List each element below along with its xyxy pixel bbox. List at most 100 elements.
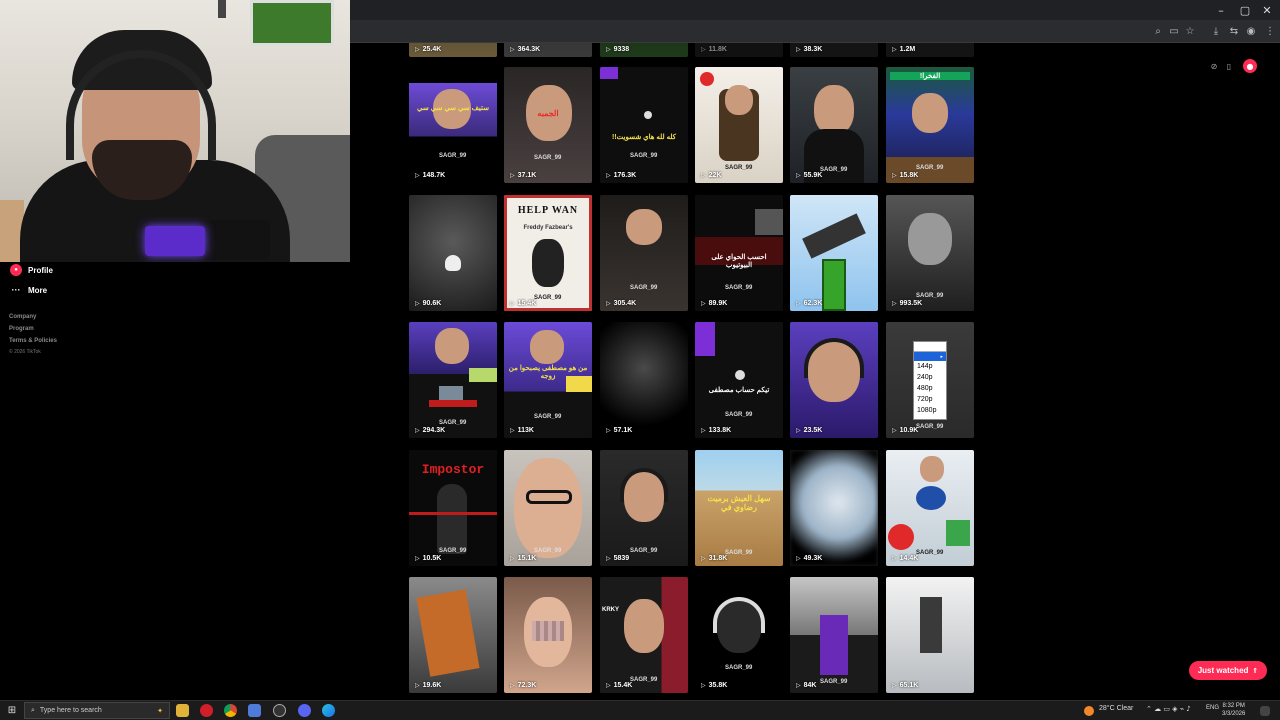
thumbnail-block bbox=[469, 368, 497, 382]
close-button[interactable]: ✕ bbox=[1254, 0, 1280, 20]
resolution-option[interactable]: 480p bbox=[914, 383, 946, 394]
creator-tag: SAGR_99 bbox=[534, 414, 562, 420]
footer-link-program[interactable]: Program bbox=[9, 326, 34, 332]
view-count: ▷ 176.3K bbox=[606, 172, 636, 179]
browser-toolbar: ⌕ ▭ ☆ ⤓ ⇆ ◉ ⋮ bbox=[350, 20, 1280, 43]
view-count-value: 5839 bbox=[613, 555, 630, 562]
sidebar-item-profile[interactable]: ● Profile bbox=[10, 262, 53, 278]
video-tile[interactable]: ▷ 25.4K bbox=[409, 43, 497, 57]
view-count: ▷ 15.4K bbox=[510, 300, 536, 307]
just-watched-button[interactable]: Just watched ⇑ bbox=[1189, 661, 1267, 680]
video-tile[interactable]: KRKY SAGR_99 ▷ 15.4K bbox=[600, 577, 688, 693]
resolution-highlight[interactable]: ▸ bbox=[914, 352, 946, 361]
discord-icon[interactable] bbox=[298, 704, 311, 717]
install-icon[interactable]: ▭ bbox=[1166, 23, 1182, 39]
video-tile[interactable]: ▷ 23.5K bbox=[790, 322, 878, 438]
obs-icon[interactable] bbox=[273, 704, 286, 717]
video-tile[interactable]: كله لله هاي شسويت!! SAGR_99 ▷ 176.3K bbox=[600, 67, 688, 183]
clock[interactable]: 8:32 PM 3/3/2026 bbox=[1222, 702, 1245, 718]
arrow-up-icon: ⇑ bbox=[1252, 666, 1259, 675]
video-tile[interactable]: ▷ 11.8K bbox=[695, 43, 783, 57]
view-count: ▷ 31.8K bbox=[701, 555, 727, 562]
thumbnail-badge bbox=[600, 67, 618, 79]
video-tile[interactable]: SAGR_99 ▷ 305.4K bbox=[600, 195, 688, 311]
tiktok-icon[interactable]: ● bbox=[1243, 59, 1257, 73]
windows-start-icon[interactable]: ⊞ bbox=[6, 704, 18, 716]
zoom-icon[interactable]: ⌕ bbox=[1150, 23, 1166, 39]
translate-icon[interactable]: ⇆ bbox=[1226, 23, 1242, 39]
video-tile[interactable]: ▷ 72.3K bbox=[504, 577, 592, 693]
opera-icon[interactable] bbox=[200, 704, 213, 717]
weather-text[interactable]: 28°C Clear bbox=[1099, 705, 1133, 712]
video-tile[interactable]: SAGR_99 ▷ 294.3K bbox=[409, 322, 497, 438]
video-tile[interactable]: الفخرا! SAGR_99 ▷ 15.8K bbox=[886, 67, 974, 183]
view-count-value: 294.3K bbox=[422, 427, 446, 434]
video-tile[interactable]: ▷ 90.6K bbox=[409, 195, 497, 311]
edge-icon[interactable] bbox=[322, 704, 335, 717]
view-count: ▷ 15.1K bbox=[510, 555, 536, 562]
file-explorer-icon[interactable] bbox=[176, 704, 189, 717]
video-tile[interactable]: ▷ 49.3K bbox=[790, 450, 878, 566]
video-tile[interactable]: ▷ 1.2M bbox=[886, 43, 974, 57]
play-icon: ▷ bbox=[606, 300, 611, 307]
profile-icon[interactable]: ◉ bbox=[1243, 23, 1259, 39]
video-tile[interactable]: SAGR_99 ▷ 35.8K bbox=[695, 577, 783, 693]
minimize-button[interactable]: – bbox=[1208, 0, 1234, 20]
video-tile[interactable]: ▷ 9338 bbox=[600, 43, 688, 57]
resolution-select[interactable] bbox=[914, 342, 946, 352]
chrome-icon[interactable] bbox=[224, 704, 237, 717]
video-tile[interactable]: سهل العيش برميت رضاوي في SAGR_99 ▷ 31.8K bbox=[695, 450, 783, 566]
video-tile[interactable]: الجمبه SAGR_99 ▷ 37.1K bbox=[504, 67, 592, 183]
view-count-value: 57.1K bbox=[613, 427, 633, 434]
video-tile[interactable]: ▷ 19.6K bbox=[409, 577, 497, 693]
sidebar-item-more[interactable]: ··· More bbox=[10, 282, 48, 298]
notepad-icon[interactable] bbox=[248, 704, 261, 717]
video-tile[interactable]: احسب الحواي على البيوتيوب SAGR_99 ▷ 89.9K bbox=[695, 195, 783, 311]
resolution-dropdown[interactable]: ▸ 144p 240p 480p 720p 1080p bbox=[913, 341, 947, 420]
video-tile[interactable]: ▷ 62.3K bbox=[790, 195, 878, 311]
video-tile[interactable]: ▷ 38.3K bbox=[790, 43, 878, 57]
star-icon[interactable]: ☆ bbox=[1182, 23, 1198, 39]
resolution-option[interactable]: 1080p bbox=[914, 405, 946, 416]
view-count-value: 10.5K bbox=[422, 555, 442, 562]
video-tile[interactable]: SAGR_99 ▷ 84K bbox=[790, 577, 878, 693]
video-tile[interactable]: ▷ 364.3K bbox=[504, 43, 592, 57]
creator-tag: SAGR_99 bbox=[630, 153, 658, 159]
video-tile[interactable]: SAGR_99 ▷ 22K bbox=[695, 67, 783, 183]
phone-icon[interactable]: ▯ bbox=[1222, 59, 1236, 73]
clock-date: 3/3/2026 bbox=[1222, 711, 1246, 717]
clip-icon[interactable]: ⊘ bbox=[1207, 59, 1221, 73]
tray-icons[interactable]: ⌃ ☁ ▭ ◈ ⌁ ♪ bbox=[1146, 705, 1191, 713]
video-tile[interactable]: من هو مصطفى يصبحوا من زوجه SAGR_99 ▷ 113K bbox=[504, 322, 592, 438]
video-tile[interactable]: SAGR_99 ▷ 14.4K bbox=[886, 450, 974, 566]
taskbar-search[interactable]: ⌕ Type here to search ✦ bbox=[24, 702, 170, 719]
video-tile[interactable]: ستيف سي سي سي سي SAGR_99 ▷ 148.7K bbox=[409, 67, 497, 183]
view-count-value: 25.4K bbox=[422, 46, 442, 53]
footer-link-company[interactable]: Company bbox=[9, 314, 36, 320]
view-count: ▷ 19.6K bbox=[415, 682, 441, 689]
video-tile[interactable]: SAGR_99 ▷ 993.5K bbox=[886, 195, 974, 311]
view-count: ▷ 55.9K bbox=[796, 172, 822, 179]
play-icon: ▷ bbox=[606, 682, 611, 689]
resolution-option[interactable]: 720p bbox=[914, 394, 946, 405]
video-tile[interactable]: تيكم حساب مصطفى SAGR_99 ▷ 133.8K bbox=[695, 322, 783, 438]
video-tile[interactable]: ▷ 65.1K bbox=[886, 577, 974, 693]
view-count: ▷ 25.4K bbox=[415, 46, 441, 53]
video-tile[interactable]: Impostor SAGR_99 ▷ 10.5K bbox=[409, 450, 497, 566]
notification-icon[interactable] bbox=[1260, 706, 1270, 716]
video-tile[interactable]: HELP WAN Freddy Fazbear's SAGR_99 ▷ 15.4K bbox=[504, 195, 592, 311]
resolution-option[interactable]: 240p bbox=[914, 372, 946, 383]
play-icon: ▷ bbox=[606, 172, 611, 179]
video-caption: احسب الحواي على البيوتيوب bbox=[711, 254, 767, 269]
video-tile[interactable]: SAGR_99 ▷ 15.1K bbox=[504, 450, 592, 566]
video-tile[interactable]: SAGR_99 ▷ 55.9K bbox=[790, 67, 878, 183]
footer-link-terms[interactable]: Terms & Policies bbox=[9, 338, 57, 344]
thumbnail-face bbox=[514, 458, 582, 558]
play-icon: ▷ bbox=[892, 555, 897, 562]
resolution-option[interactable]: 144p bbox=[914, 361, 946, 372]
video-tile[interactable]: ▷ 57.1K bbox=[600, 322, 688, 438]
menu-icon[interactable]: ⋮ bbox=[1262, 23, 1278, 39]
download-icon[interactable]: ⤓ bbox=[1208, 23, 1224, 39]
video-tile[interactable]: SAGR_99 ▷ 5839 bbox=[600, 450, 688, 566]
language-indicator[interactable]: ENG bbox=[1206, 705, 1219, 711]
